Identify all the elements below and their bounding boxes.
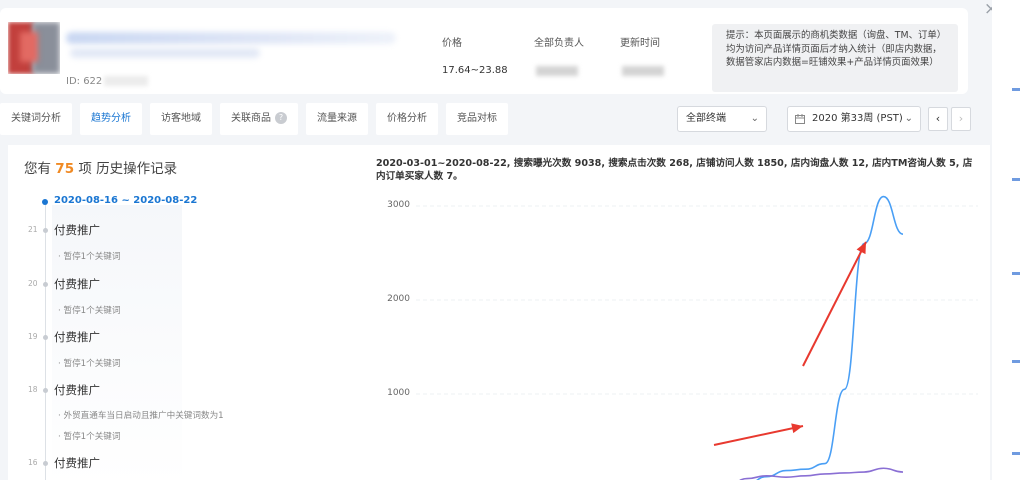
- tab-competitor-benchmark[interactable]: 竞品对标: [446, 103, 508, 135]
- owner-value-redacted: [536, 66, 578, 76]
- calendar-icon: [795, 114, 805, 124]
- chevron-down-icon: ⌄: [750, 113, 759, 124]
- trend-analysis-panel: ID: 622 价格 17.64~23.88 全部负责人 更新时间 提示：本页面…: [0, 0, 992, 480]
- product-id: ID: 622: [66, 76, 103, 87]
- tab-keyword-analysis[interactable]: 关键词分析: [0, 103, 72, 135]
- tab-trend-analysis[interactable]: 趋势分析: [80, 103, 142, 135]
- annotation-arrow-peak: [802, 241, 867, 367]
- chevron-down-icon: ⌄: [904, 113, 913, 124]
- series-line-blue: [756, 195, 904, 480]
- product-header: ID: 622 价格 17.64~23.88 全部负责人 更新时间 提示：本页面…: [0, 8, 968, 94]
- tab-related-products-label: 关联商品: [231, 113, 271, 124]
- help-icon[interactable]: ?: [275, 112, 287, 124]
- product-title-redacted-line2: [70, 48, 260, 58]
- tab-price-analysis[interactable]: 价格分析: [376, 103, 438, 135]
- annotation-arrow-rise: [713, 423, 804, 446]
- updated-label: 更新时间: [620, 38, 660, 49]
- trend-chart: [416, 195, 978, 480]
- tip-box: 提示：本页面展示的商机类数据（询盘、TM、订单）均为访问产品详情页面后才纳入统计…: [712, 24, 958, 92]
- trend-content: 您有 75 项 历史操作记录 2020-08-16 ~ 2020-08-22 2…: [8, 145, 990, 480]
- price-label: 价格: [442, 38, 462, 49]
- product-title-redacted: [66, 32, 396, 44]
- prev-week-button[interactable]: ‹: [928, 107, 948, 131]
- terminal-select-value: 全部终端: [686, 113, 726, 124]
- tab-related-products[interactable]: 关联商品?: [220, 103, 298, 135]
- tab-visitor-region[interactable]: 访客地域: [150, 103, 212, 135]
- product-thumbnail: [8, 22, 60, 74]
- week-select-value: 2020 第33周 (PST): [812, 113, 903, 124]
- chevron-left-icon: ‹: [935, 112, 941, 125]
- series-line-purple: [739, 467, 904, 480]
- updated-value-redacted: [622, 66, 664, 76]
- next-week-button[interactable]: ›: [951, 107, 971, 131]
- price-value: 17.64~23.88: [442, 65, 508, 76]
- product-id-redacted: [104, 76, 148, 86]
- background-page-edge: [992, 0, 1020, 480]
- tab-traffic-source[interactable]: 流量来源: [306, 103, 368, 135]
- analysis-tabs: 关键词分析 趋势分析 访客地域 关联商品? 流量来源 价格分析 竞品对标: [0, 103, 516, 135]
- week-select[interactable]: 2020 第33周 (PST) ⌄: [787, 106, 921, 132]
- terminal-select[interactable]: 全部终端 ⌄: [677, 106, 767, 132]
- chevron-right-icon: ›: [958, 112, 964, 125]
- owner-label: 全部负责人: [534, 38, 584, 49]
